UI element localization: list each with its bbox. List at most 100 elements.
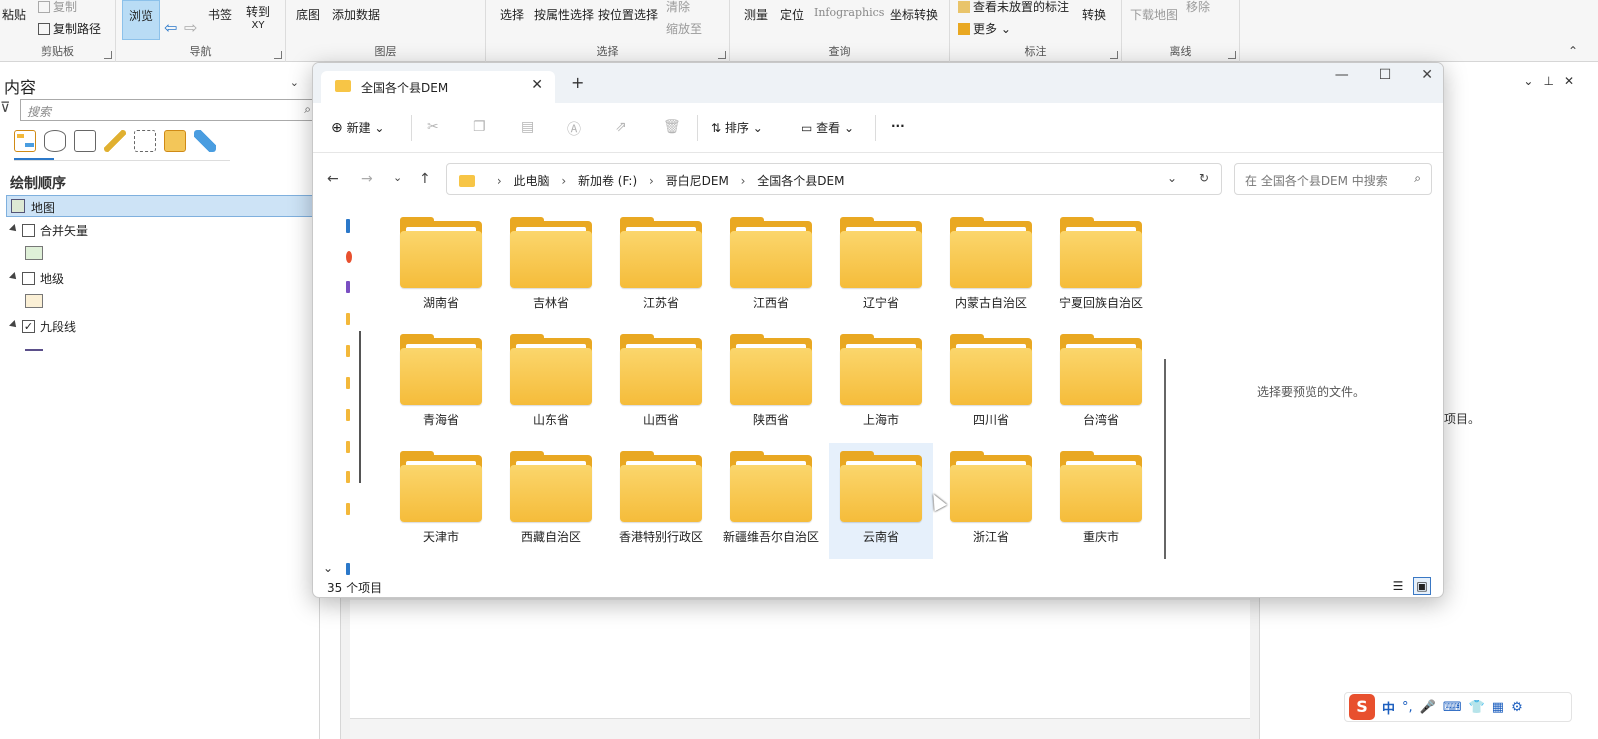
search-icon[interactable]: ⌕ [1414, 171, 1421, 186]
dialog-launcher-icon[interactable] [1228, 51, 1236, 59]
add-data-button[interactable]: 添加数据 [332, 6, 380, 23]
filter-icon[interactable]: ⊽ [0, 100, 10, 116]
cut-icon[interactable]: ✂ [427, 119, 439, 135]
layer-symbol-swatch[interactable] [25, 349, 43, 351]
folder-item[interactable]: 香港特别行政区 [609, 443, 713, 559]
ime-language-toggle[interactable]: 中 [1382, 698, 1395, 717]
nav-item-icon[interactable] [346, 563, 350, 575]
map-node[interactable]: 地图 [6, 195, 320, 217]
remove-button[interactable]: 移除 [1186, 0, 1210, 15]
folder-item[interactable]: 新疆维吾尔自治区 [719, 443, 823, 559]
dialog-launcher-icon[interactable] [718, 51, 726, 59]
chevron-down-icon[interactable]: ⌄ [323, 561, 333, 575]
convert-coordinates-button[interactable]: 坐标转换 [890, 6, 938, 23]
search-icon[interactable]: ⌕ [304, 102, 311, 117]
copy-path-button[interactable]: 复制路径 [38, 20, 101, 37]
more-button[interactable]: 更多 ⌄ [958, 20, 1011, 37]
folder-item[interactable]: 吉林省 [499, 209, 603, 325]
content-scrollbar[interactable] [1164, 359, 1166, 559]
expand-icon[interactable] [9, 320, 19, 330]
skin-icon[interactable]: 👕 [1469, 700, 1485, 715]
settings-icon[interactable]: ⚙ [1511, 700, 1523, 715]
locate-button[interactable]: 定位 [780, 6, 804, 23]
chevron-right-icon[interactable]: › [649, 174, 654, 188]
goto-xy-button[interactable]: 转到 XY [246, 6, 270, 32]
list-by-data-source-icon[interactable] [44, 130, 66, 152]
microphone-icon[interactable]: 🎤 [1420, 700, 1436, 715]
bookmarks-button[interactable]: 书签 [208, 6, 232, 23]
layer-symbol-swatch[interactable] [25, 294, 43, 308]
nav-item-icon[interactable] [346, 377, 350, 389]
list-by-editing-icon[interactable] [104, 130, 126, 152]
nav-item-icon[interactable] [346, 409, 350, 421]
copy-button[interactable]: 复制 [38, 0, 77, 15]
folder-item[interactable]: 江西省 [719, 209, 823, 325]
pane-options-icon[interactable]: ⌄ [290, 76, 299, 89]
select-by-location-button[interactable]: 按位置选择 [598, 6, 658, 23]
toolbox-icon[interactable]: ▦ [1492, 700, 1504, 715]
breadcrumb-item[interactable]: 新加卷 (F:) [578, 174, 637, 188]
explorer-search-input[interactable]: 在 全国各个县DEM 中搜索 ⌕ [1234, 163, 1432, 195]
folder-item[interactable]: 湖南省 [389, 209, 493, 325]
folder-item[interactable]: 宁夏回族自治区 [1049, 209, 1153, 325]
delete-icon[interactable]: 🗑 [663, 119, 681, 135]
dialog-launcher-icon[interactable] [104, 51, 112, 59]
list-by-drawing-order-icon[interactable] [14, 130, 36, 152]
layer-symbol-swatch[interactable] [25, 246, 43, 260]
explorer-tab[interactable]: 全国各个县DEM ✕ [321, 71, 555, 103]
address-bar[interactable]: › 此电脑 › 新加卷 (F:) › 哥白尼DEM › 全国各个县DEM ⌄ ↻ [446, 163, 1222, 195]
recent-locations-icon[interactable]: ⌄ [393, 171, 402, 184]
list-by-perspective-icon[interactable] [194, 130, 216, 152]
paste-button[interactable]: 粘贴 [2, 6, 26, 23]
nav-item-icon[interactable] [346, 345, 350, 357]
forward-arrow-icon[interactable]: ⇨ [184, 18, 197, 37]
list-by-selection-icon[interactable] [74, 130, 96, 152]
folder-item[interactable]: 陕西省 [719, 326, 823, 442]
nav-item-icon[interactable] [346, 503, 350, 515]
folder-item[interactable]: 青海省 [389, 326, 493, 442]
dialog-launcher-icon[interactable] [274, 51, 282, 59]
layer-visibility-checkbox[interactable]: ✓ [22, 320, 35, 333]
breadcrumb-item[interactable]: 哥白尼DEM [666, 174, 729, 188]
back-arrow-icon[interactable]: ⇦ [164, 18, 177, 37]
close-tab-icon[interactable]: ✕ [531, 77, 543, 93]
nav-item-icon[interactable] [346, 441, 350, 453]
back-icon[interactable]: ← [327, 171, 339, 187]
view-button[interactable]: ▭ 查看 ⌄ [801, 119, 854, 136]
more-options-button[interactable]: ··· [891, 119, 905, 133]
folder-item[interactable]: 上海市 [829, 326, 933, 442]
expand-icon[interactable] [9, 272, 19, 282]
forward-icon[interactable]: → [361, 171, 373, 187]
refresh-icon[interactable]: ↻ [1199, 171, 1209, 185]
new-tab-button[interactable]: + [571, 73, 584, 92]
view-unplaced-labels-button[interactable]: 查看未放置的标注 [958, 0, 1069, 15]
basemap-button[interactable]: 底图 [296, 6, 320, 23]
layer-visibility-checkbox[interactable] [22, 224, 35, 237]
folder-item[interactable]: 浙江省 [939, 443, 1043, 559]
sort-button[interactable]: ⇅ 排序 ⌄ [711, 119, 763, 136]
select-button[interactable]: 选择 [500, 6, 524, 23]
layer-visibility-checkbox[interactable] [22, 272, 35, 285]
sogou-logo-icon[interactable]: S [1349, 694, 1375, 720]
close-icon[interactable]: ✕ [1421, 67, 1433, 83]
large-icons-view-icon[interactable]: ▣ [1413, 577, 1431, 595]
nav-item-icon[interactable] [346, 219, 350, 233]
keyboard-icon[interactable]: ⌨ [1443, 700, 1462, 715]
infographics-button[interactable]: Infographics [814, 6, 884, 19]
copy-icon[interactable]: ❐ [473, 119, 486, 135]
minimize-icon[interactable]: — [1335, 67, 1349, 83]
download-map-button[interactable]: 下载地图 [1130, 6, 1178, 23]
folder-item[interactable]: 重庆市 [1049, 443, 1153, 559]
breadcrumb-item[interactable]: 全国各个县DEM [757, 174, 844, 188]
nav-item-icon[interactable] [346, 281, 350, 293]
breadcrumb-item[interactable]: 此电脑 [513, 174, 549, 188]
folder-item[interactable]: 台湾省 [1049, 326, 1153, 442]
clear-button[interactable]: 清除 [666, 0, 690, 15]
chevron-down-icon[interactable]: ⌄ [1523, 74, 1533, 88]
list-by-snapping-icon[interactable] [134, 130, 156, 152]
folder-item[interactable]: 西藏自治区 [499, 443, 603, 559]
paste-icon[interactable]: ▤ [521, 119, 534, 135]
share-icon[interactable]: ⇗ [615, 119, 627, 135]
new-button[interactable]: ⊕ 新建 ⌄ [331, 119, 384, 136]
contents-search-input[interactable]: 搜索 ⌕ [20, 99, 316, 121]
